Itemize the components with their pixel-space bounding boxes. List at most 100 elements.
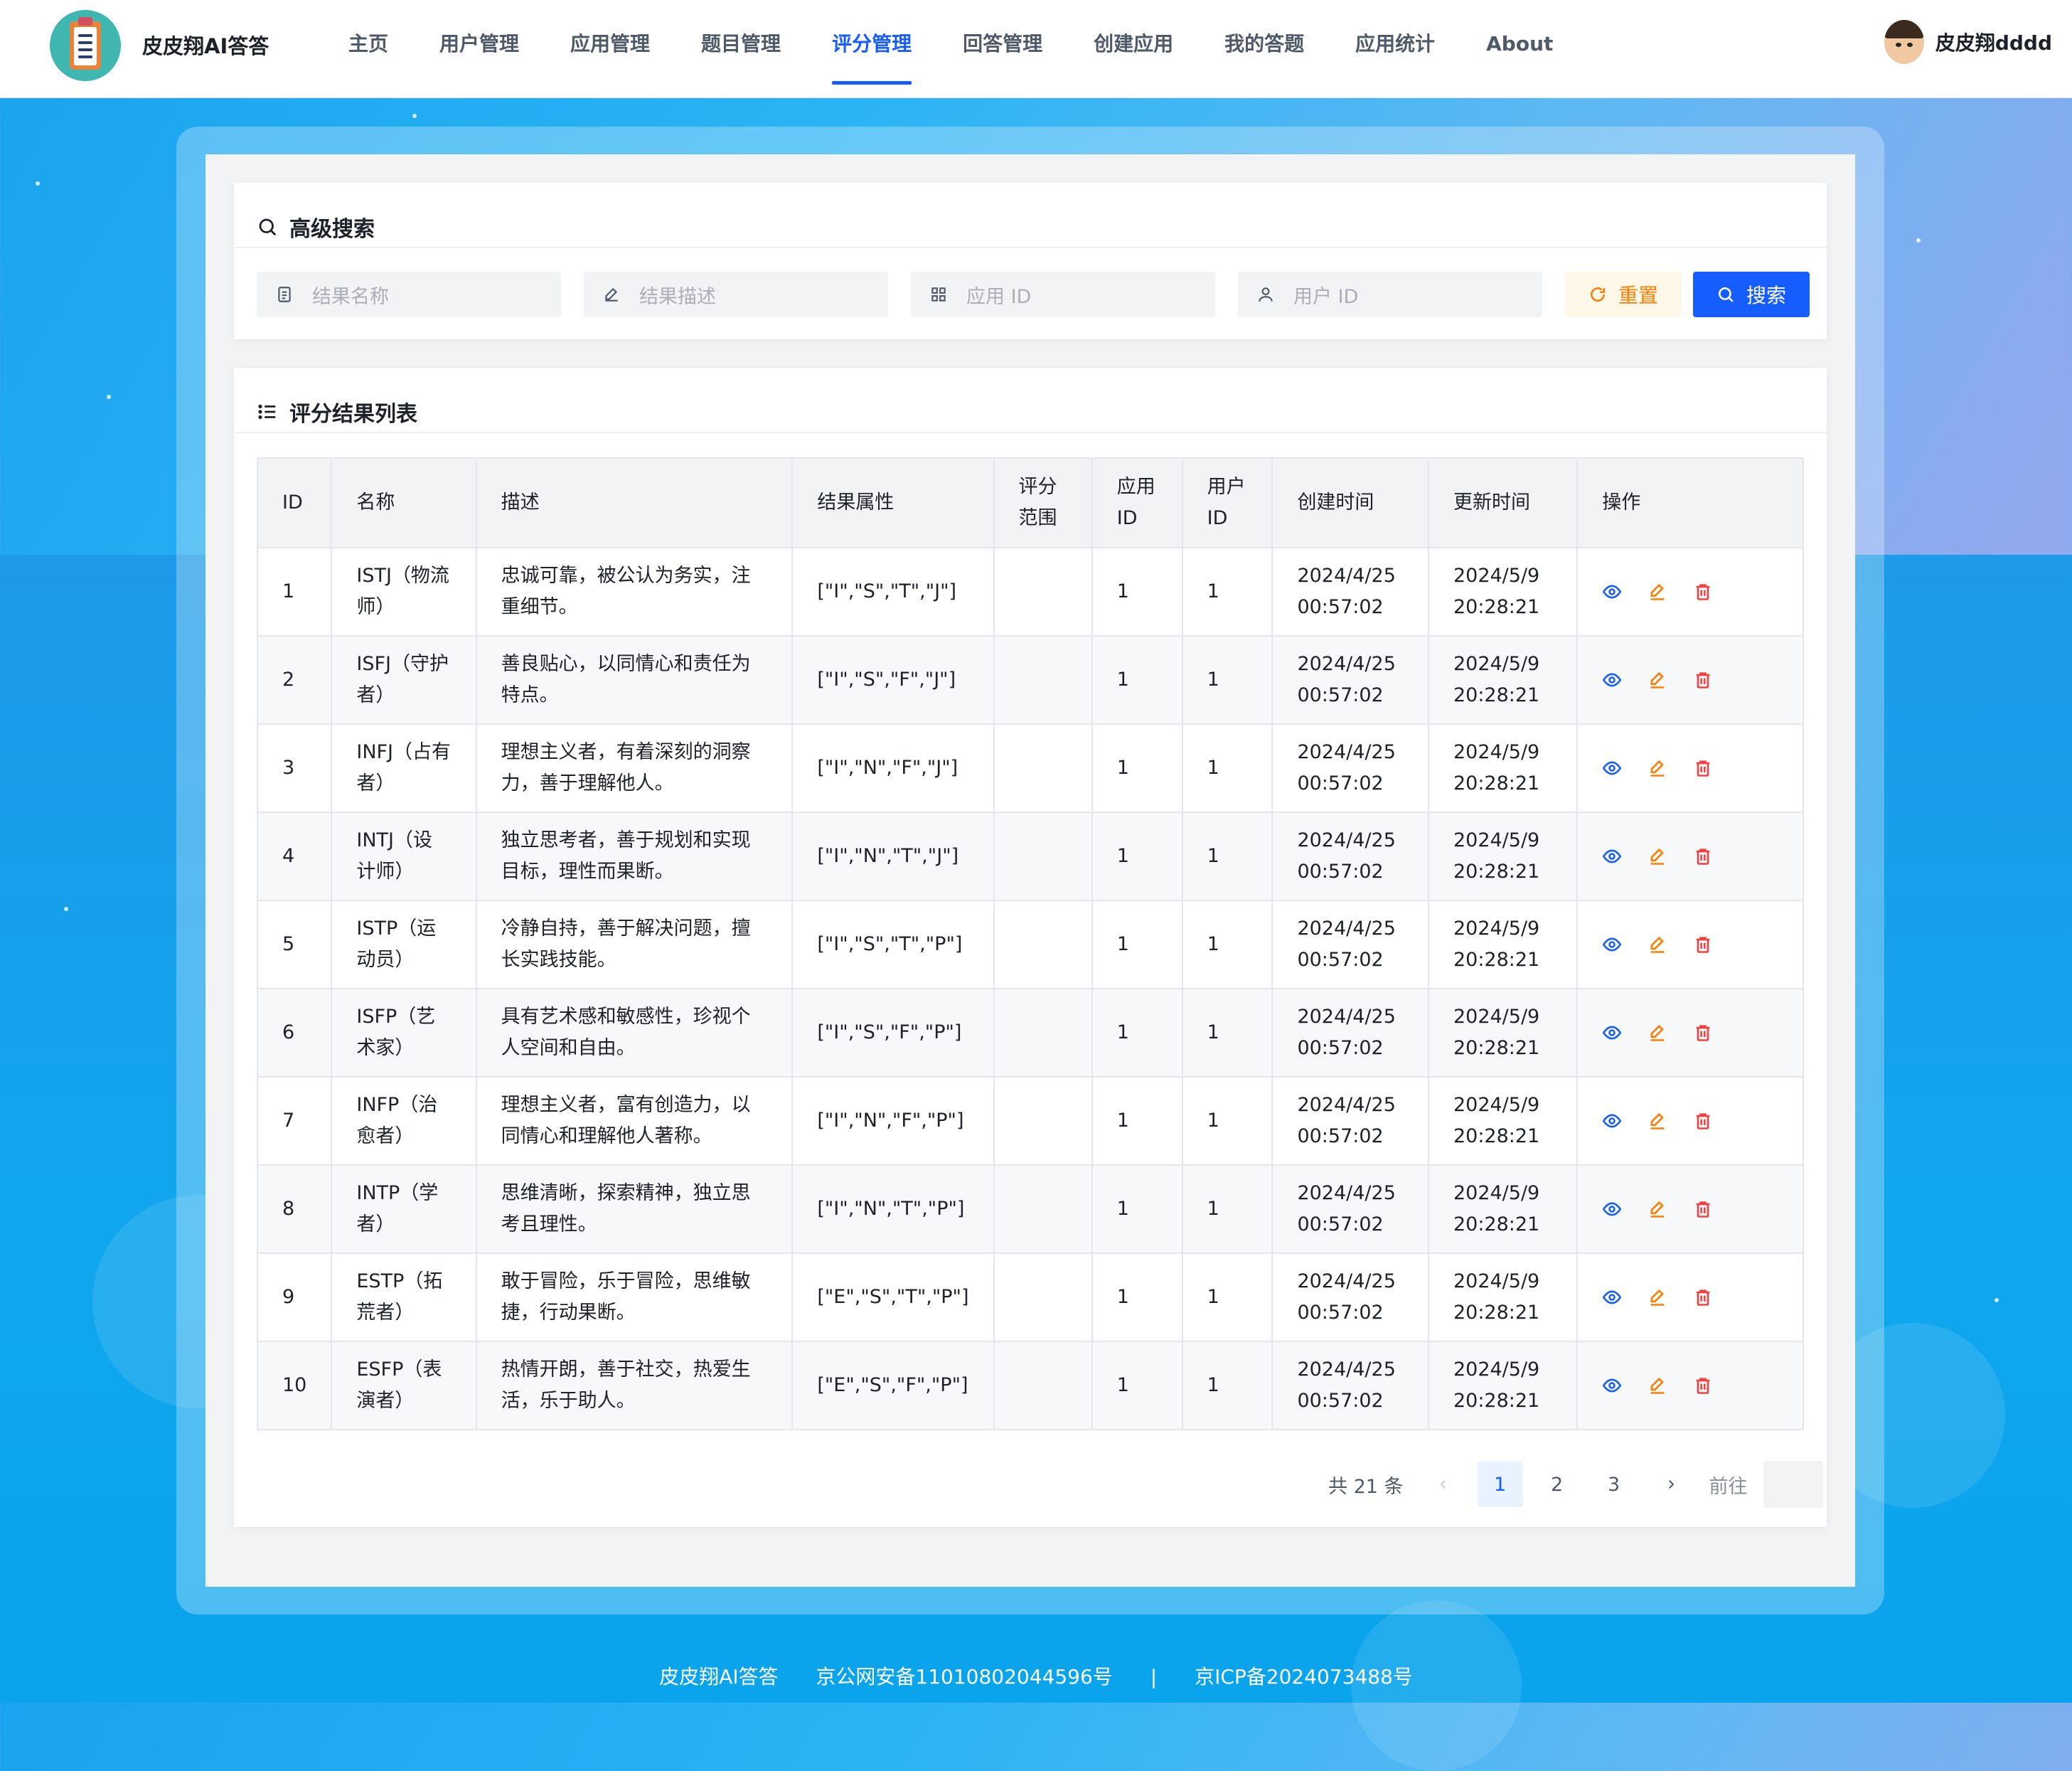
- view-icon[interactable]: [1602, 670, 1622, 690]
- chevron-right-icon: [1668, 1480, 1674, 1489]
- view-icon[interactable]: [1602, 1111, 1622, 1131]
- cell-created: 2024/4/25 00:57:02: [1271, 1341, 1429, 1430]
- prev-page-button[interactable]: [1421, 1462, 1466, 1507]
- table-row: 4 INTJ（设计师） 独立思考者，善于规划和实现目标，理性而果断。 ["I","N"…: [256, 812, 1804, 901]
- cell-id: 5: [256, 900, 333, 989]
- view-icon[interactable]: [1602, 758, 1622, 778]
- cell-id: 6: [256, 988, 333, 1078]
- app-id-input[interactable]: 应用 ID: [911, 272, 1215, 317]
- user-menu[interactable]: 皮皮翔dddd: [1884, 20, 2052, 64]
- edit-icon[interactable]: [1648, 846, 1667, 866]
- app-logo[interactable]: [50, 10, 121, 81]
- app-title[interactable]: 皮皮翔AI答答: [142, 30, 269, 60]
- footer-site-name: 皮皮翔AI答答: [659, 1665, 779, 1688]
- edit-icon[interactable]: [1648, 582, 1667, 602]
- view-icon[interactable]: [1602, 1287, 1622, 1307]
- edit-icon[interactable]: [1648, 935, 1667, 954]
- cell-prop: ["I","N","T","J"]: [791, 812, 995, 901]
- delete-icon[interactable]: [1693, 670, 1713, 690]
- next-page-button[interactable]: [1648, 1462, 1694, 1507]
- edit-icon[interactable]: [1648, 670, 1667, 690]
- nav-item-my-answers[interactable]: 我的答题: [1212, 0, 1317, 97]
- avatar[interactable]: [1884, 20, 1924, 64]
- footer-police-record[interactable]: 京公网安备11010802044596号: [816, 1665, 1112, 1688]
- edit-icon[interactable]: [1648, 1287, 1667, 1307]
- cell-updated: 2024/5/9 20:28:21: [1427, 1076, 1579, 1166]
- nav-item-question-management[interactable]: 题目管理: [688, 0, 794, 97]
- table-row: 1 ISTJ（物流师） 忠诚可靠，被公认为务实，注重细节。 ["I","S","T",…: [256, 547, 1804, 637]
- delete-icon[interactable]: [1693, 1023, 1713, 1043]
- cell-app-id: 1: [1091, 723, 1183, 813]
- user-icon: [1259, 287, 1273, 302]
- page-button-3[interactable]: 3: [1591, 1462, 1637, 1507]
- cell-desc: 冷静自持，善于解决问题，擅长实践技能。: [475, 900, 794, 989]
- background-star: [1994, 1298, 1999, 1302]
- cell-name: ISTP（运动员）: [331, 900, 477, 989]
- cell-desc: 独立思考者，善于规划和实现目标，理性而果断。: [475, 812, 794, 901]
- edit-icon: [605, 287, 618, 302]
- column-header-name[interactable]: 名称: [331, 457, 477, 548]
- user-id-input[interactable]: 用户 ID: [1238, 272, 1542, 317]
- view-icon[interactable]: [1602, 1199, 1622, 1219]
- cell-prop: ["I","N","F","J"]: [791, 723, 995, 813]
- column-header-desc[interactable]: 描述: [475, 457, 794, 548]
- cell-actions: [1576, 1076, 1804, 1166]
- main-nav: 主页 用户管理 应用管理 题目管理 评分管理 回答管理 创建应用 我的答题 应用…: [336, 0, 1591, 97]
- cell-range: [993, 635, 1093, 725]
- delete-icon[interactable]: [1693, 846, 1713, 866]
- row-actions: [1602, 1111, 1778, 1131]
- cell-app-id: 1: [1091, 1164, 1183, 1254]
- delete-icon[interactable]: [1693, 1111, 1713, 1131]
- edit-icon[interactable]: [1648, 1111, 1667, 1131]
- delete-icon[interactable]: [1693, 935, 1713, 954]
- cell-updated: 2024/5/9 20:28:21: [1427, 1341, 1579, 1430]
- edit-icon[interactable]: [1648, 1023, 1667, 1043]
- cell-actions: [1576, 900, 1804, 989]
- list-title-text: 评分结果列表: [289, 402, 417, 427]
- nav-item-about[interactable]: About: [1473, 0, 1566, 97]
- cell-range: [993, 547, 1093, 637]
- row-actions: [1602, 846, 1778, 866]
- delete-icon[interactable]: [1693, 1287, 1713, 1307]
- delete-icon[interactable]: [1693, 1199, 1713, 1219]
- edit-icon[interactable]: [1648, 1199, 1667, 1219]
- column-header-updated[interactable]: 更新时间: [1427, 457, 1579, 548]
- result-name-input[interactable]: 结果名称: [257, 272, 561, 317]
- column-header-created[interactable]: 创建时间: [1271, 457, 1429, 548]
- user-name[interactable]: 皮皮翔dddd: [1935, 28, 2052, 56]
- edit-icon[interactable]: [1648, 758, 1667, 778]
- view-icon[interactable]: [1602, 846, 1622, 866]
- search-button[interactable]: 搜索: [1693, 272, 1810, 317]
- cell-user-id: 1: [1181, 900, 1273, 989]
- cell-created: 2024/4/25 00:57:02: [1271, 900, 1429, 989]
- table-header-row: ID 名称 描述 结果属性 评分范围 应用ID 用户ID 创建时间 更新时间 操…: [256, 457, 1804, 548]
- delete-icon[interactable]: [1693, 582, 1713, 602]
- nav-item-home[interactable]: 主页: [336, 0, 401, 97]
- nav-item-app-statistics[interactable]: 应用统计: [1342, 0, 1448, 97]
- nav-item-answer-management[interactable]: 回答管理: [950, 0, 1055, 97]
- view-icon[interactable]: [1602, 582, 1622, 602]
- nav-item-scoring-management[interactable]: 评分管理: [819, 0, 924, 97]
- reset-button[interactable]: 重置: [1565, 272, 1682, 317]
- nav-item-app-management[interactable]: 应用管理: [557, 0, 663, 97]
- cell-id: 4: [256, 812, 333, 901]
- view-icon[interactable]: [1602, 1023, 1622, 1043]
- delete-icon[interactable]: [1693, 1376, 1713, 1395]
- page-button-1[interactable]: 1: [1477, 1462, 1523, 1507]
- view-icon[interactable]: [1602, 1376, 1622, 1395]
- nav-item-user-management[interactable]: 用户管理: [427, 0, 532, 97]
- goto-page-input[interactable]: [1763, 1461, 1823, 1508]
- column-header-id[interactable]: ID: [256, 457, 333, 548]
- page-button-2[interactable]: 2: [1534, 1462, 1580, 1507]
- delete-icon[interactable]: [1693, 758, 1713, 778]
- result-desc-input[interactable]: 结果描述: [584, 272, 888, 317]
- column-header-user-id[interactable]: 用户ID: [1181, 457, 1273, 548]
- nav-item-create-app[interactable]: 创建应用: [1081, 0, 1186, 97]
- cell-name: ISFJ（守护者）: [331, 635, 477, 725]
- view-icon[interactable]: [1602, 935, 1622, 954]
- edit-icon[interactable]: [1648, 1376, 1667, 1395]
- column-header-prop[interactable]: 结果属性: [791, 457, 995, 548]
- footer-icp-record[interactable]: 京ICP备2024073488号: [1195, 1665, 1413, 1688]
- column-header-app-id[interactable]: 应用ID: [1091, 457, 1183, 548]
- column-header-range[interactable]: 评分范围: [993, 457, 1093, 548]
